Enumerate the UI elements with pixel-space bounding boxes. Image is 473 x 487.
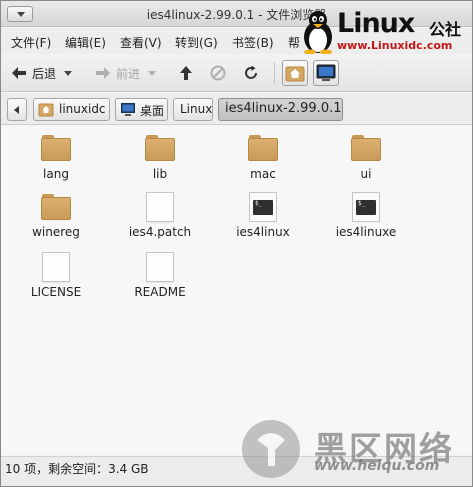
file-item-license[interactable]: LICENSE [6, 252, 106, 299]
file-item-readme[interactable]: README [110, 252, 210, 299]
terminal-icon: $_ [352, 192, 380, 222]
arrow-left-icon [12, 67, 26, 79]
file-item-ies4linux[interactable]: $_ ies4linux [213, 192, 313, 239]
folder-icon [41, 194, 71, 220]
heiqu-logo-icon [242, 420, 300, 478]
breadcrumb-label: linuxidc [59, 102, 106, 116]
file-item-mac[interactable]: mac [213, 135, 313, 181]
file-icon [146, 252, 174, 282]
breadcrumb-label: ies4linux-2.99.0.1 [225, 101, 342, 116]
watermark-brand: Linux [337, 8, 415, 39]
breadcrumb-current[interactable]: ies4linux-2.99.0.1 [218, 98, 343, 121]
menu-go[interactable]: 转到(G) [175, 34, 218, 51]
terminal-icon: $_ [249, 192, 277, 222]
file-name: lang [43, 167, 69, 181]
menu-edit[interactable]: 编辑(E) [65, 34, 106, 51]
arrow-up-icon [180, 66, 192, 80]
stop-button[interactable] [210, 62, 226, 84]
file-name: ies4linuxe [335, 225, 397, 239]
computer-icon [316, 64, 336, 81]
chevron-down-icon[interactable] [148, 70, 157, 76]
folder-icon [145, 135, 175, 161]
back-button[interactable]: 后退 [11, 62, 73, 84]
forward-button[interactable]: 前进 [95, 62, 157, 84]
stop-icon [210, 65, 226, 81]
file-icon [42, 252, 70, 282]
breadcrumb-desktop[interactable]: 桌面 [115, 98, 168, 121]
home-button[interactable] [282, 60, 308, 86]
file-name: LICENSE [30, 285, 82, 299]
file-item-winereg[interactable]: winereg [6, 192, 106, 239]
menu-help[interactable]: 帮 [288, 34, 300, 51]
file-name: winereg [32, 225, 80, 239]
breadcrumb-linux[interactable]: Linux [173, 98, 213, 121]
chevron-down-icon[interactable] [64, 70, 73, 76]
watermark-brand-suffix: 公社 [429, 20, 462, 39]
file-name: mac [250, 167, 276, 181]
arrow-right-icon [96, 67, 110, 79]
breadcrumb: linuxidc 桌面 Linux ies4linux-2.99.0.1 [1, 93, 472, 125]
tux-penguin-icon [304, 11, 332, 54]
breadcrumb-label: Linux [180, 102, 213, 116]
reload-icon [245, 65, 257, 79]
toolbar: 后退 前进 [1, 54, 472, 92]
folder-icon [41, 135, 71, 161]
back-label: 后退 [32, 66, 57, 81]
file-item-lang[interactable]: lang [6, 135, 106, 181]
file-item-lib[interactable]: lib [110, 135, 210, 181]
breadcrumb-label: 桌面 [140, 104, 165, 118]
file-name: ies4linux [236, 225, 290, 239]
menu-file[interactable]: 文件(F) [11, 34, 51, 51]
breadcrumb-linuxidc[interactable]: linuxidc [33, 98, 110, 121]
file-icon [146, 192, 174, 222]
folder-icon [248, 135, 278, 161]
computer-button[interactable] [313, 60, 339, 86]
linuxidc-watermark: Linux 公社 www.Linuxidc.com [301, 8, 469, 54]
reload-button[interactable] [243, 62, 259, 84]
file-item-ies4linuxe[interactable]: $_ ies4linuxe [316, 192, 416, 239]
forward-label: 前进 [116, 66, 141, 81]
file-view[interactable]: lang lib mac ui winereg ies4.patch $_ ie… [1, 126, 472, 454]
status-text: 10 项，剩余空间：3.4 GB [5, 462, 149, 476]
menu-bookmarks[interactable]: 书签(B) [232, 34, 274, 51]
file-name: README [134, 285, 186, 299]
heiqu-url: www.heiqu.com [314, 458, 440, 474]
file-manager-window: ies4linux-2.99.0.1 - 文件浏览器 文件(F) 编辑(E) 查… [0, 0, 473, 487]
heiqu-watermark: 黑区网络 www.heiqu.com [236, 418, 472, 486]
toolbar-separator [274, 62, 275, 84]
breadcrumb-left-arrow[interactable] [7, 98, 27, 121]
chevron-left-icon [14, 106, 19, 114]
file-name: lib [152, 167, 168, 181]
file-name: ui [360, 167, 372, 181]
home-folder-icon [285, 66, 305, 82]
up-button[interactable] [179, 62, 193, 84]
home-folder-icon [38, 103, 54, 117]
file-item-ui[interactable]: ui [316, 135, 416, 181]
desktop-icon [121, 103, 135, 116]
watermark-url: www.Linuxidc.com [337, 39, 453, 52]
file-item-ies4-patch[interactable]: ies4.patch [110, 192, 210, 239]
menu-view[interactable]: 查看(V) [120, 34, 162, 51]
file-name: ies4.patch [128, 225, 192, 239]
folder-icon [351, 135, 381, 161]
